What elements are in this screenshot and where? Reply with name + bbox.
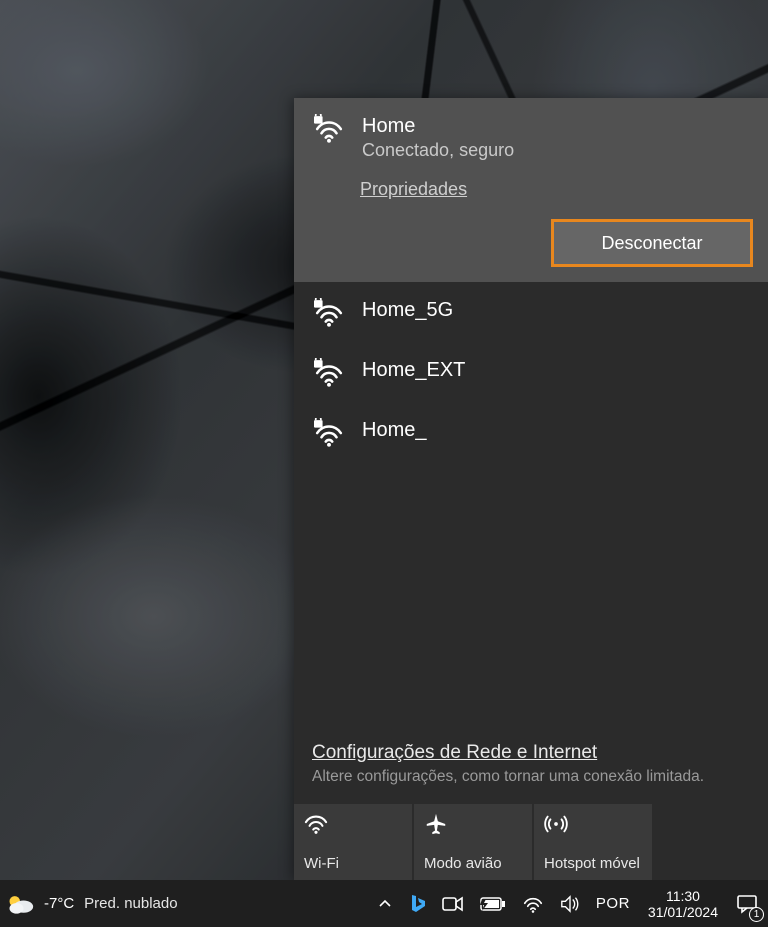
bing-icon[interactable] (400, 880, 434, 927)
taskbar-weather[interactable]: -7°C Pred. nublado (0, 880, 190, 927)
tray-overflow-button[interactable] (370, 880, 400, 927)
notification-badge: 1 (749, 907, 764, 922)
network-item[interactable]: Home_5G (294, 282, 768, 342)
taskbar-clock[interactable]: 11:30 31/01/2024 (638, 880, 728, 927)
wifi-tray-icon[interactable] (514, 880, 552, 927)
action-center-button[interactable]: 1 (728, 880, 768, 927)
network-settings-title: Configurações de Rede e Internet (312, 742, 750, 764)
tile-label: Modo avião (424, 855, 522, 872)
tile-hotspot[interactable]: Hotspot móvel (534, 804, 652, 880)
network-ssid: Home (362, 114, 514, 138)
network-ssid: Home_ (362, 418, 426, 442)
weather-temp: -7°C (44, 895, 74, 912)
disconnect-button[interactable]: Desconectar (554, 222, 750, 264)
network-status: Conectado, seguro (362, 140, 514, 161)
network-flyout: Home Conectado, seguro Propriedades Desc… (294, 98, 768, 880)
weather-icon (6, 892, 34, 916)
network-item[interactable]: Home_EXT (294, 342, 768, 402)
airplane-icon (424, 812, 522, 836)
tile-label: Hotspot móvel (544, 855, 642, 872)
system-tray: POR 11:30 31/01/2024 1 (370, 880, 768, 927)
network-settings-link[interactable]: Configurações de Rede e Internet Altere … (294, 742, 768, 790)
quick-action-tiles: Wi-Fi Modo avião Hotspot móvel (294, 790, 768, 880)
wifi-icon (304, 812, 402, 836)
network-item[interactable]: Home_ (294, 402, 768, 462)
weather-desc: Pred. nublado (84, 895, 177, 912)
tile-label: Wi-Fi (304, 855, 402, 872)
hotspot-icon (544, 812, 642, 836)
network-settings-subtitle: Altere configurações, como tornar uma co… (312, 768, 750, 786)
network-list: Home_5G Home_EXT Home_ (294, 282, 768, 462)
tile-wifi[interactable]: Wi-Fi (294, 804, 412, 880)
wifi-secure-icon (312, 358, 346, 388)
wifi-secure-icon (312, 114, 346, 161)
clock-date: 31/01/2024 (648, 904, 718, 920)
network-ssid: Home_EXT (362, 358, 465, 382)
taskbar: -7°C Pred. nublado (0, 880, 768, 927)
wifi-secure-icon (312, 298, 346, 328)
clock-time: 11:30 (666, 888, 700, 904)
language-indicator[interactable]: POR (588, 880, 638, 927)
network-properties-link[interactable]: Propriedades (360, 179, 467, 200)
tile-airplane[interactable]: Modo avião (414, 804, 532, 880)
volume-icon[interactable] (552, 880, 588, 927)
meet-now-icon[interactable] (434, 880, 472, 927)
wifi-secure-icon (312, 418, 346, 448)
battery-charging-icon[interactable] (472, 880, 514, 927)
network-ssid: Home_5G (362, 298, 453, 322)
network-item-connected[interactable]: Home Conectado, seguro Propriedades Desc… (294, 98, 768, 282)
